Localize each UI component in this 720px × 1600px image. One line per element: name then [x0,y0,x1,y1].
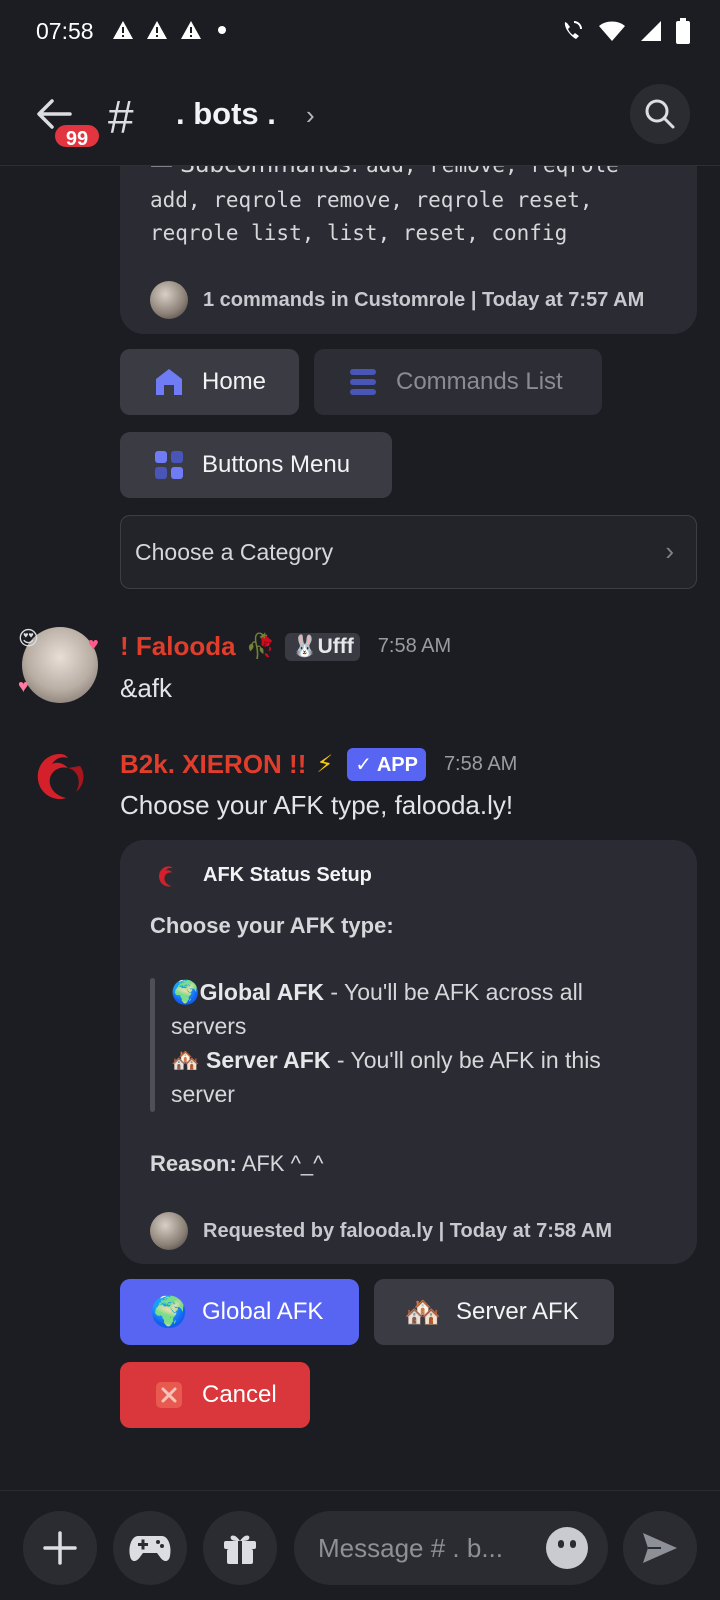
signal-icon [641,21,661,41]
status-bar: 07:58 [0,0,720,64]
warning-icon [112,20,134,40]
chevron-right-icon: › [665,536,674,566]
activities-button[interactable] [113,1511,187,1585]
message2-header: B2k. XIERON !! ⚡ ✓ APP 7:58 AM [120,748,517,781]
message-content: Choose your AFK type, falooda.ly! [120,790,514,820]
category-select[interactable]: Choose a Category › [120,515,697,589]
server-afk-label: Server AFK [456,1298,579,1325]
heart-icon: ♥ [18,676,29,696]
house-icon: 🏘️ [404,1295,442,1329]
status-time: 07:58 [36,18,94,44]
notification-dot-icon [218,26,226,34]
message-content: &afk [120,673,173,703]
global-afk-label: Global AFK [202,1298,324,1325]
embed-footer: 1 commands in Customrole | Today at 7:57… [203,289,645,311]
message-input-wrapper[interactable] [294,1511,608,1585]
bunny-icon: 🐰 [291,634,318,658]
emoji-icon[interactable] [546,1527,588,1569]
blockquote-bar [150,978,155,1112]
server-afk-button[interactable]: 🏘️ Server AFK [374,1279,614,1345]
global-afk-line-cont: servers [171,1013,247,1039]
dragon-icon [37,754,84,800]
cancel-button[interactable]: Cancel [120,1362,310,1428]
home-button[interactable]: Home [120,349,299,415]
footer-avatar [150,1212,188,1250]
server-afk-line: 🏘️ Server AFK - You'll only be AFK in th… [171,1047,601,1073]
home-label: Home [202,368,267,395]
message-input[interactable] [318,1532,548,1564]
timestamp: 7:58 AM [443,753,518,775]
wifi-call-icon [564,21,582,39]
battery-icon [676,18,690,44]
home-icon [152,365,186,399]
message-composer [0,1490,720,1600]
commands-list-label: Commands List [396,368,563,395]
plus-icon [43,1531,77,1565]
search-icon [645,99,675,129]
channel-name[interactable]: . bots . [176,96,276,132]
lightning-icon: ⚡ [316,751,334,778]
commands-list-button[interactable]: Commands List [314,349,602,415]
send-icon [643,1533,677,1563]
gift-icon [224,1535,256,1564]
reason-line: Reason: AFK ^_^ [150,1151,324,1176]
gift-button[interactable] [203,1511,277,1585]
list-icon [346,365,380,399]
warning-icon [146,20,168,40]
embed-author: AFK Status Setup [203,864,372,886]
global-afk-button[interactable]: 🌍 Global AFK [120,1279,359,1345]
search-button[interactable] [630,84,690,144]
unread-badge: 99 [52,122,102,150]
dragon-icon [152,861,186,895]
embed-title: Choose your AFK type: [150,913,394,938]
timestamp: 7:58 AM [377,635,452,657]
globe-icon: 🌍 [150,1295,188,1329]
cancel-label: Cancel [202,1381,277,1408]
footer-avatar [150,281,188,319]
bot-avatar[interactable] [22,742,98,818]
embed-footer: Requested by falooda.ly | Today at 7:58 … [203,1220,613,1242]
global-afk-line: 🌍Global AFK - You'll be AFK across all [171,979,583,1005]
heart-icon: ♥ [88,634,99,654]
message1-header: ! Falooda 🥀 🐰Ufff 7:58 AM [120,631,451,662]
globe-icon: 🌍 [171,979,200,1005]
username[interactable]: ! Falooda [120,631,236,662]
heart-eyes-icon: 😍 [18,628,39,650]
buttons-menu-button[interactable]: Buttons Menu [120,432,392,498]
hash-icon: # [108,91,134,143]
app-badge: ✓ APP [347,748,426,781]
embed-subcommands-line: reqrole list, list, reset, config [150,221,568,245]
chevron-right-icon[interactable]: › [306,100,315,131]
system-icons [560,18,690,44]
house-icon: 🏘️ [171,1047,200,1073]
add-attachment-button[interactable] [23,1511,97,1585]
server-afk-line-cont: server [171,1081,235,1107]
grid-icon [152,448,186,482]
channel-header: 99 # . bots . › [0,64,720,166]
close-icon [152,1378,186,1412]
role-tag: 🐰Ufff [285,632,360,661]
buttons-menu-label: Buttons Menu [202,451,351,478]
gamepad-icon [129,1536,171,1562]
warning-icon [180,20,202,40]
category-select-placeholder: Choose a Category [135,538,334,565]
embed-subcommands-line: add, reqrole remove, reqrole reset, [150,188,593,212]
bot-username[interactable]: B2k. XIERON !! [120,749,306,780]
rose-icon: 🥀 [245,633,276,660]
wifi-icon [599,21,625,41]
send-button[interactable] [623,1511,697,1585]
